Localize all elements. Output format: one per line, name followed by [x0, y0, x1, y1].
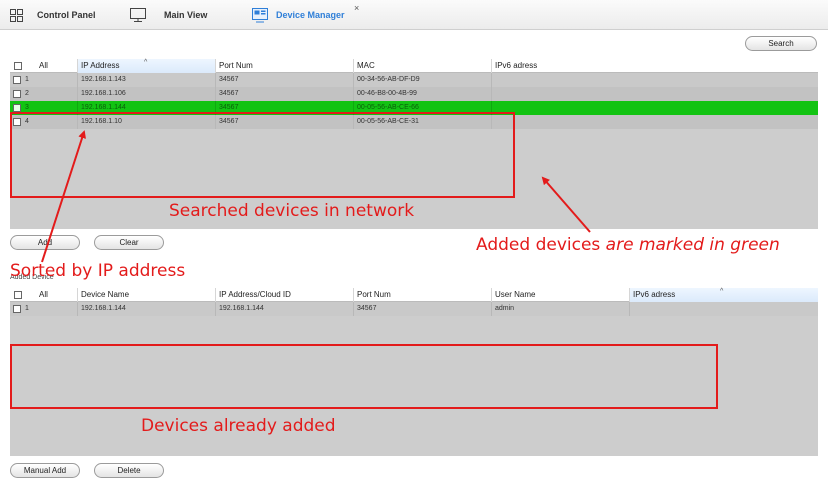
arrow-to-ip-column — [41, 130, 86, 263]
annotation-arrows — [41, 130, 591, 263]
arrow-to-green-row — [541, 176, 591, 233]
